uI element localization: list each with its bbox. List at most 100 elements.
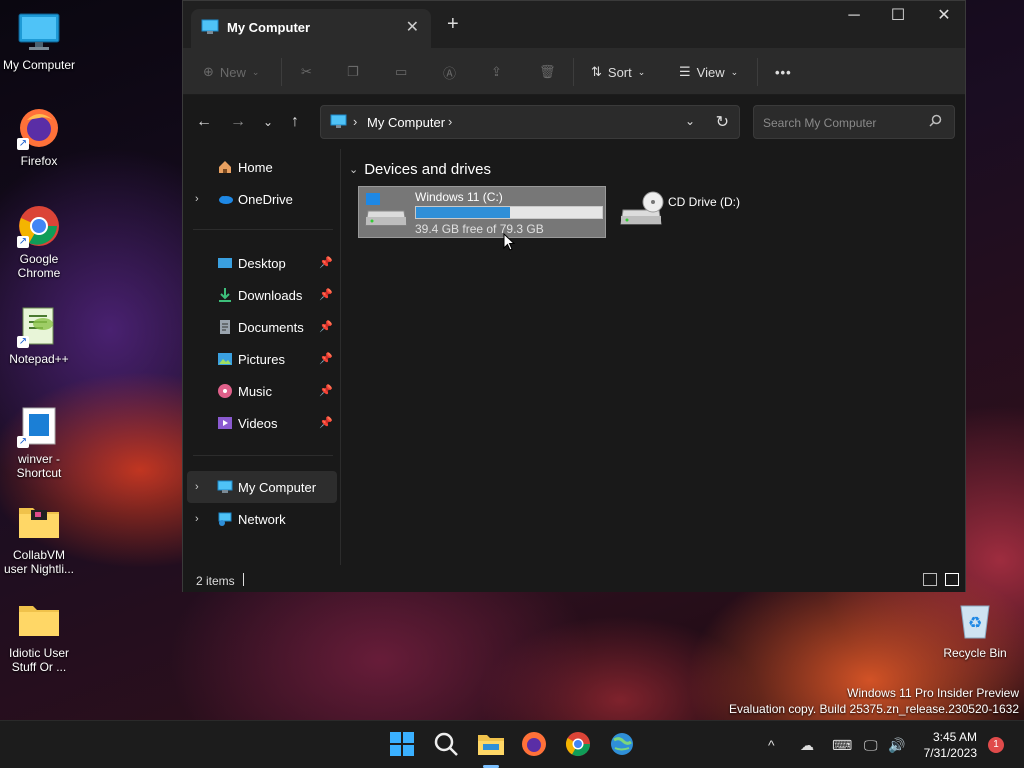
- sort-button[interactable]: ⇅ Sort ⌄: [591, 60, 645, 84]
- plus-circle-icon: ⊕: [203, 64, 214, 79]
- sidebar-item-desktop[interactable]: Desktop 📌: [187, 247, 337, 279]
- firefox-icon: [522, 732, 546, 756]
- more-options-button[interactable]: •••: [775, 60, 792, 84]
- sidebar-item-documents[interactable]: Documents 📌: [187, 311, 337, 343]
- desktop-icon-label: Recycle Bin: [943, 646, 1007, 660]
- tab-my-computer[interactable]: My Computer ✕: [191, 9, 431, 48]
- drive-c-tile[interactable]: Windows 11 (C:) 39.4 GB free of 79.3 GB: [358, 186, 606, 238]
- desktop-icon-recycle-bin[interactable]: ♻ Recycle Bin: [937, 598, 1013, 660]
- copy-button[interactable]: ❐: [347, 60, 359, 84]
- clock-date: 7/31/2023: [923, 746, 977, 760]
- sidebar-item-label: My Computer: [238, 480, 317, 495]
- address-bar-row: ← → ⌄ ↑ › My Computer › ⌄ ↻ Search My Co…: [183, 95, 965, 149]
- pin-icon[interactable]: 📌: [319, 320, 333, 333]
- show-hidden-icons-chevron-icon[interactable]: ^: [768, 737, 775, 753]
- desktop-icon-collabvm-folder[interactable]: CollabVM user Nightli...: [1, 500, 77, 576]
- desktop-icon-winver[interactable]: ↗ winver - Shortcut: [1, 404, 77, 480]
- desktop-icon-idiotic-folder[interactable]: Idiotic User Stuff Or ...: [1, 598, 77, 674]
- sidebar-divider: [193, 229, 333, 230]
- forward-arrow-icon[interactable]: →: [230, 113, 246, 131]
- sidebar-item-pictures[interactable]: Pictures 📌: [187, 343, 337, 375]
- close-tab-icon[interactable]: ✕: [406, 17, 419, 37]
- title-bar: My Computer ✕ + ─ ☐ ✕: [183, 1, 965, 48]
- up-arrow-icon[interactable]: ↑: [291, 113, 299, 131]
- cut-button[interactable]: ✂: [301, 60, 312, 84]
- pin-icon[interactable]: 📌: [319, 416, 333, 429]
- network-status-icon[interactable]: 🖵: [864, 737, 878, 754]
- drive-d-tile[interactable]: CD Drive (D:): [617, 186, 767, 238]
- refresh-icon[interactable]: ↻: [716, 112, 729, 132]
- minimize-button[interactable]: ─: [831, 5, 877, 29]
- address-field[interactable]: › My Computer › ⌄ ↻: [320, 105, 740, 139]
- notification-badge[interactable]: 1: [988, 737, 1004, 753]
- desktop-icon-firefox[interactable]: ↗ Firefox: [1, 106, 77, 168]
- pin-icon[interactable]: 📌: [319, 288, 333, 301]
- devices-group-header[interactable]: ⌄ Devices and drives: [349, 161, 491, 178]
- group-title: Devices and drives: [364, 161, 491, 178]
- sidebar-item-network[interactable]: › Network: [187, 503, 337, 535]
- delete-button[interactable]: 🗑: [539, 60, 556, 84]
- pin-icon[interactable]: 📌: [319, 384, 333, 397]
- chevron-right-icon[interactable]: ›: [195, 481, 199, 493]
- sidebar-item-onedrive[interactable]: › OneDrive: [187, 183, 337, 215]
- details-view-icon[interactable]: [923, 573, 937, 586]
- close-window-button[interactable]: ✕: [921, 5, 967, 29]
- sidebar-item-label: Home: [238, 160, 273, 175]
- desktop-icon-label: CollabVM user Nightli...: [3, 548, 75, 576]
- sidebar-item-videos[interactable]: Videos 📌: [187, 407, 337, 439]
- sidebar-item-music[interactable]: Music 📌: [187, 375, 337, 407]
- onedrive-offline-icon[interactable]: ☁: [800, 737, 814, 754]
- item-count: 2 items: [196, 574, 235, 588]
- system-clock[interactable]: 3:45 AM 7/31/2023: [924, 729, 977, 761]
- search-box[interactable]: Search My Computer: [753, 105, 955, 139]
- breadcrumb-my-computer[interactable]: My Computer: [367, 115, 445, 130]
- chevron-right-icon[interactable]: ›: [195, 193, 199, 205]
- chevron-down-icon: ⌄: [251, 66, 260, 77]
- address-dropdown-icon[interactable]: ⌄: [685, 114, 695, 128]
- firefox-taskbar-button[interactable]: [521, 731, 549, 759]
- keyboard-icon[interactable]: ⌨: [832, 737, 852, 754]
- network-app-taskbar-button[interactable]: [609, 731, 637, 759]
- shortcut-arrow-icon: ↗: [17, 236, 29, 248]
- large-icons-view-icon[interactable]: [945, 573, 959, 586]
- rename-icon: Ⓐ: [443, 65, 457, 81]
- download-icon: [217, 287, 233, 303]
- cloud-icon: [217, 191, 233, 207]
- view-list-icon: ☰: [679, 64, 691, 79]
- file-explorer-taskbar-button[interactable]: [477, 731, 505, 759]
- breadcrumb-chevron-icon[interactable]: ›: [448, 114, 452, 129]
- desktop-icon-chrome[interactable]: ↗ Google Chrome: [1, 204, 77, 280]
- drive-label: Windows 11 (C:): [415, 190, 503, 204]
- toolbar-divider: [573, 58, 574, 86]
- back-arrow-icon[interactable]: ←: [196, 113, 212, 131]
- desktop-icon-label: winver - Shortcut: [16, 452, 62, 480]
- recent-locations-chevron-icon[interactable]: ⌄: [263, 115, 273, 129]
- search-button[interactable]: [433, 731, 461, 759]
- new-button[interactable]: ⊕ New ⌄: [203, 60, 259, 84]
- more-options-label: •••: [775, 64, 792, 80]
- chevron-down-icon: ⌄: [349, 164, 359, 176]
- sidebar-item-downloads[interactable]: Downloads 📌: [187, 279, 337, 311]
- desktop-icon-my-computer[interactable]: My Computer: [1, 10, 77, 72]
- maximize-button[interactable]: ☐: [875, 5, 921, 29]
- desktop-icon-label: Notepad++: [9, 352, 69, 366]
- volume-icon[interactable]: 🔊: [888, 737, 905, 754]
- chrome-taskbar-button[interactable]: [565, 731, 593, 759]
- share-button[interactable]: ⇪: [491, 60, 502, 84]
- pin-icon[interactable]: 📌: [319, 256, 333, 269]
- pin-icon[interactable]: 📌: [319, 352, 333, 365]
- desktop-icon-notepadpp[interactable]: ↗ Notepad++: [1, 304, 77, 366]
- sidebar-item-my-computer[interactable]: › My Computer: [187, 471, 337, 503]
- rename-button[interactable]: Ⓐ: [443, 60, 456, 84]
- chevron-right-icon[interactable]: ›: [195, 513, 199, 525]
- folder-icon: [17, 500, 61, 544]
- paste-button[interactable]: ▭: [395, 60, 407, 84]
- sidebar-item-home[interactable]: Home: [187, 151, 337, 183]
- sidebar-item-label: Desktop: [238, 256, 286, 271]
- sidebar-item-label: Documents: [238, 320, 304, 335]
- copy-icon: ❐: [347, 64, 359, 79]
- view-button[interactable]: ☰ View ⌄: [679, 60, 738, 84]
- new-tab-button[interactable]: +: [447, 13, 459, 36]
- start-button[interactable]: [389, 731, 417, 759]
- picture-icon: [217, 351, 233, 367]
